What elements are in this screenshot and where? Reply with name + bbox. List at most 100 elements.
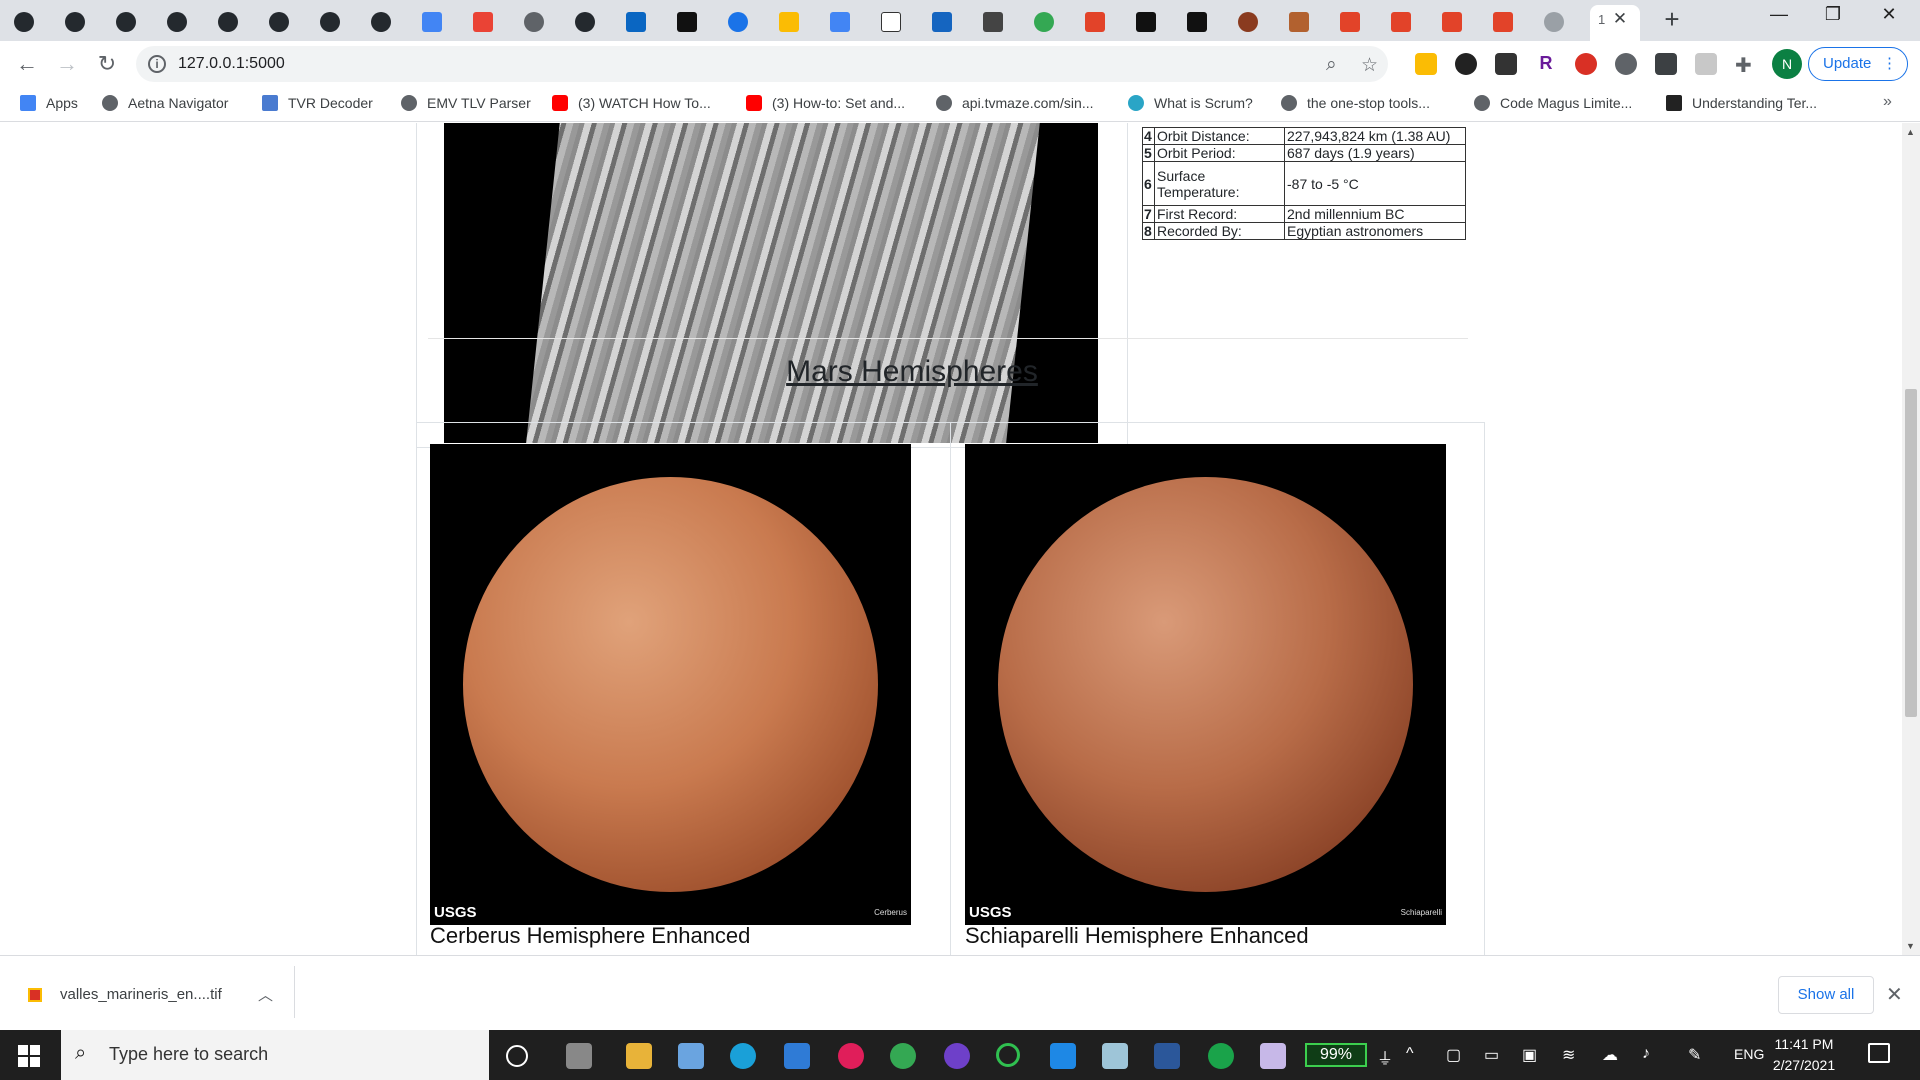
- tab-edge[interactable]: [718, 5, 768, 41]
- volume-icon[interactable]: ♪: [1642, 1045, 1650, 1063]
- word-icon[interactable]: [1154, 1043, 1180, 1069]
- bookmark-item[interactable]: Understanding Ter...: [1666, 95, 1817, 111]
- zoom-icon[interactable]: ⌕: [1326, 54, 1337, 76]
- onedrive-icon[interactable]: ☁: [1602, 1045, 1618, 1065]
- tab-github[interactable]: [310, 5, 360, 41]
- scroll-up-icon[interactable]: ▲: [1906, 127, 1915, 137]
- cortana-icon[interactable]: [506, 1045, 528, 1067]
- back-icon[interactable]: ←: [14, 51, 40, 77]
- clock[interactable]: 11:41 PM 2/27/2021: [1762, 1034, 1846, 1076]
- tab-generic[interactable]: [514, 5, 564, 41]
- bookmark-star-icon[interactable]: ☆: [1361, 54, 1378, 77]
- minimize-button[interactable]: —: [1756, 4, 1802, 25]
- bookmark-item[interactable]: Aetna Navigator: [102, 95, 228, 111]
- tab-generic[interactable]: [1177, 5, 1227, 41]
- scrollbar-thumb[interactable]: [1905, 389, 1917, 717]
- tray-icon[interactable]: ▣: [1522, 1045, 1537, 1065]
- hemisphere-image[interactable]: USGS Cerberus: [430, 444, 911, 925]
- address-bar[interactable]: i 127.0.0.1:5000 ⌕ ☆: [136, 46, 1388, 82]
- tab-drive[interactable]: [769, 5, 819, 41]
- bookmark-item[interactable]: EMV TLV Parser: [401, 95, 531, 111]
- paint-icon[interactable]: [1260, 1043, 1286, 1069]
- store-icon[interactable]: [678, 1043, 704, 1069]
- circle-extension-icon[interactable]: [1615, 53, 1637, 75]
- bookmark-item[interactable]: Code Magus Limite...: [1474, 95, 1632, 111]
- file-explorer-icon[interactable]: [626, 1043, 652, 1069]
- tab-gitlab[interactable]: [1381, 5, 1431, 41]
- github-desktop-icon[interactable]: [944, 1043, 970, 1069]
- reload-icon[interactable]: ↻: [94, 51, 120, 77]
- chevron-up-icon[interactable]: ^: [1406, 1045, 1414, 1063]
- tab-mars[interactable]: [1279, 5, 1329, 41]
- drive-extension-icon[interactable]: [1415, 53, 1437, 75]
- update-button[interactable]: Update ⋮: [1808, 47, 1908, 81]
- tab-gitlab[interactable]: [1075, 5, 1125, 41]
- tab-google[interactable]: [1024, 5, 1074, 41]
- notification-icon[interactable]: [1868, 1043, 1890, 1063]
- wifi-icon[interactable]: ≋: [1562, 1045, 1575, 1065]
- extension-icon[interactable]: [1455, 53, 1477, 75]
- url-text[interactable]: 127.0.0.1:5000: [178, 55, 285, 73]
- bookmark-item[interactable]: What is Scrum?: [1128, 95, 1253, 111]
- app-icon[interactable]: [1102, 1043, 1128, 1069]
- puzzle-icon[interactable]: ✚: [1735, 53, 1757, 77]
- tab-generic[interactable]: [1126, 5, 1176, 41]
- tab-mars[interactable]: [1228, 5, 1278, 41]
- battery-indicator[interactable]: 99%: [1305, 1043, 1367, 1067]
- featured-image[interactable]: [444, 123, 1098, 443]
- tab-github[interactable]: [361, 5, 411, 41]
- bookmark-item[interactable]: api.tvmaze.com/sin...: [936, 95, 1094, 111]
- close-tab-icon[interactable]: ✕: [1610, 9, 1630, 29]
- tray-icon[interactable]: ▢: [1446, 1045, 1461, 1065]
- tab-github[interactable]: [208, 5, 258, 41]
- info-icon[interactable]: i: [148, 55, 166, 73]
- bookmark-item[interactable]: the one-stop tools...: [1281, 95, 1430, 111]
- new-tab-button[interactable]: +: [1657, 4, 1687, 35]
- tab-generic[interactable]: [1534, 5, 1584, 41]
- battery-icon[interactable]: ▭: [1484, 1045, 1499, 1065]
- close-shelf-icon[interactable]: ✕: [1886, 982, 1903, 1007]
- slack-icon[interactable]: [838, 1043, 864, 1069]
- tab-github[interactable]: [106, 5, 156, 41]
- yab-extension-icon[interactable]: [1575, 53, 1597, 75]
- tab-gitlab[interactable]: [1432, 5, 1482, 41]
- r-extension-icon[interactable]: R: [1535, 53, 1557, 75]
- tab-github[interactable]: [4, 5, 54, 41]
- app-icon[interactable]: [996, 1043, 1020, 1067]
- tab-github[interactable]: [157, 5, 207, 41]
- tab-linkedin[interactable]: [616, 5, 666, 41]
- tab-docs[interactable]: [820, 5, 870, 41]
- hemisphere-image[interactable]: USGS Schiaparelli: [965, 444, 1446, 925]
- task-view-icon[interactable]: [566, 1043, 592, 1069]
- taskbar-search[interactable]: ⌕ Type here to search: [61, 1030, 489, 1080]
- forward-icon[interactable]: →: [54, 51, 80, 77]
- bookmark-item[interactable]: TVR Decoder: [262, 95, 373, 111]
- app-icon[interactable]: [1208, 1043, 1234, 1069]
- chevron-up-icon[interactable]: ︿: [258, 984, 273, 1005]
- tab-gmail[interactable]: [463, 5, 513, 41]
- chrome-icon[interactable]: [890, 1043, 916, 1069]
- more-bookmarks-icon[interactable]: »: [1883, 93, 1892, 111]
- extension-icon[interactable]: [1695, 53, 1717, 75]
- tab-gitlab[interactable]: [1330, 5, 1380, 41]
- tab-cs[interactable]: [871, 5, 921, 41]
- profile-avatar[interactable]: N: [1772, 49, 1802, 79]
- scroll-down-icon[interactable]: ▼: [1906, 941, 1915, 951]
- close-window-button[interactable]: ✕: [1866, 4, 1912, 25]
- tab-generic[interactable]: [973, 5, 1023, 41]
- tab-gitlab[interactable]: [1483, 5, 1533, 41]
- mail-icon[interactable]: [784, 1043, 810, 1069]
- maximize-button[interactable]: ❐: [1810, 4, 1856, 25]
- download-filename[interactable]: valles_marineris_en....tif: [60, 986, 222, 1003]
- tab-github[interactable]: [55, 5, 105, 41]
- edge-icon[interactable]: [730, 1043, 756, 1069]
- vscode-icon[interactable]: [1050, 1043, 1076, 1069]
- bookmark-item[interactable]: (3) WATCH How To...: [552, 95, 711, 111]
- page-scrollbar[interactable]: ▲ ▼: [1902, 123, 1920, 955]
- tab-generic[interactable]: [667, 5, 717, 41]
- pen-icon[interactable]: ✎: [1688, 1045, 1701, 1065]
- tab-github[interactable]: [565, 5, 615, 41]
- selenium-extension-icon[interactable]: [1655, 53, 1677, 75]
- show-all-button[interactable]: Show all: [1778, 976, 1874, 1014]
- windows-start-icon[interactable]: [18, 1045, 40, 1067]
